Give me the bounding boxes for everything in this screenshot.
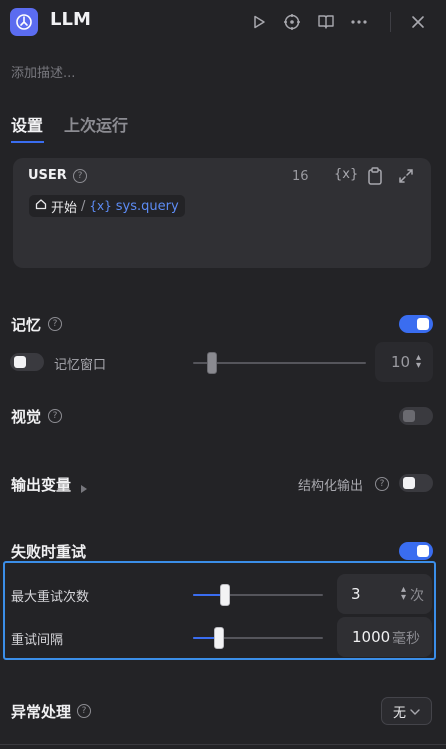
error-handling-select[interactable]: 无: [381, 697, 432, 725]
max-retries-slider[interactable]: [193, 584, 323, 606]
max-retries-slider-thumb[interactable]: [220, 584, 230, 606]
memory-window-input[interactable]: 10 ▴ ▾: [375, 342, 433, 382]
help-icon[interactable]: ?: [48, 317, 62, 331]
max-retries-input[interactable]: 3 ▴ ▾ 次: [337, 574, 432, 614]
error-handling-label: 异常处理: [11, 703, 72, 721]
retry-interval-unit: 毫秒: [392, 631, 420, 647]
output-variables-label[interactable]: 输出变量: [11, 474, 71, 495]
variable-separator: /: [81, 198, 86, 214]
vision-label: 视觉: [11, 408, 42, 426]
chevron-down-icon: [410, 704, 420, 719]
bottom-divider: [0, 744, 446, 745]
spinner-icon[interactable]: ▴ ▾: [416, 353, 421, 371]
retry-interval-slider[interactable]: [193, 627, 323, 649]
tab-last-run[interactable]: 上次运行: [64, 112, 128, 136]
home-icon: [35, 198, 47, 214]
crosshair-icon[interactable]: [281, 11, 303, 33]
help-icon[interactable]: ?: [73, 169, 87, 183]
structured-output-toggle[interactable]: [399, 474, 433, 492]
llm-app-icon: [10, 8, 38, 36]
memory-label: 记忆: [11, 316, 42, 334]
retry-interval-value: 1000: [352, 628, 391, 646]
structured-output-label: 结构化输出: [298, 479, 364, 494]
memory-toggle[interactable]: [399, 315, 433, 333]
caret-right-icon[interactable]: [81, 478, 87, 497]
help-icon[interactable]: ?: [48, 409, 62, 423]
close-icon[interactable]: [407, 11, 429, 33]
play-icon[interactable]: [248, 11, 270, 33]
spinner-icon[interactable]: ▴ ▾: [401, 585, 406, 603]
help-icon[interactable]: ?: [77, 704, 91, 718]
max-retries-value: 3: [351, 585, 361, 603]
header-divider: [390, 12, 391, 32]
max-retries-unit: 次: [410, 588, 424, 604]
retry-interval-label: 重试间隔: [11, 633, 64, 648]
memory-window-label: 记忆窗口: [54, 358, 107, 373]
memory-window-toggle[interactable]: [10, 353, 44, 371]
prompt-role-label: USER: [28, 168, 67, 183]
memory-window-slider-thumb[interactable]: [207, 352, 217, 374]
memory-window-value: 10: [391, 353, 411, 371]
token-count: 16: [292, 169, 309, 184]
retry-label: 失败时重试: [11, 543, 87, 561]
error-handling-selected-value: 无: [392, 705, 406, 721]
tab-active-indicator: [11, 141, 44, 143]
help-icon[interactable]: ?: [375, 477, 389, 491]
tab-settings[interactable]: 设置: [11, 112, 43, 136]
retry-interval-slider-thumb[interactable]: [214, 627, 224, 649]
variable-name: sys.query: [115, 198, 179, 214]
retry-interval-input[interactable]: 1000 毫秒: [337, 617, 432, 657]
node-title: LLM: [50, 9, 91, 30]
expand-icon[interactable]: [398, 168, 414, 188]
more-icon[interactable]: [348, 11, 370, 33]
book-icon[interactable]: [315, 11, 337, 33]
variable-icon[interactable]: {x}: [334, 167, 358, 182]
clipboard-icon[interactable]: [367, 167, 383, 189]
vision-toggle[interactable]: [399, 407, 433, 425]
description-input[interactable]: 添加描述...: [11, 62, 75, 81]
variable-node-name: 开始: [51, 200, 78, 216]
memory-window-slider[interactable]: [193, 352, 366, 374]
variable-type-icon: {x}: [89, 199, 112, 213]
retry-toggle[interactable]: [399, 542, 433, 560]
variable-chip[interactable]: 开始 / {x} sys.query: [29, 195, 185, 217]
max-retries-label: 最大重试次数: [11, 590, 90, 605]
